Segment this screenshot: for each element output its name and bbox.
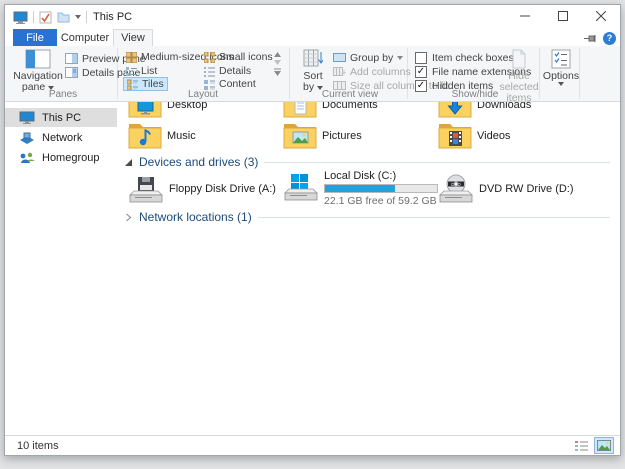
tile-music[interactable]: Music xyxy=(128,114,278,158)
this-pc-icon xyxy=(19,111,35,124)
tab-view[interactable]: View xyxy=(113,29,153,46)
layout-scroll-down-icon[interactable] xyxy=(274,60,281,65)
file-explorer-window: This PC File Computer View ? Navigation … xyxy=(4,4,621,456)
collapse-expanded-icon xyxy=(124,158,133,167)
navigation-pane-button[interactable]: Navigation pane xyxy=(13,49,63,93)
tiles-icon xyxy=(127,79,138,90)
disk-usage-bar xyxy=(324,184,438,193)
item-count: 10 items xyxy=(5,440,59,452)
sidebar-item-this-pc[interactable]: This PC xyxy=(5,108,117,127)
separator xyxy=(86,11,87,23)
qat-customize-dropdown-icon[interactable] xyxy=(75,15,81,19)
status-bar: 10 items xyxy=(5,435,620,455)
hide-selected-icon xyxy=(509,49,529,69)
homegroup-icon xyxy=(19,151,35,164)
group-header-network-locations[interactable]: Network locations (1) xyxy=(124,210,610,224)
navigation-pane: OneDrive This PC Network Homegroup xyxy=(5,102,121,435)
content-icon xyxy=(204,79,215,90)
disk-usage-fill xyxy=(325,185,395,192)
maximize-button[interactable] xyxy=(544,5,582,27)
sidebar-item-network[interactable]: Network xyxy=(5,128,117,147)
network-icon xyxy=(19,131,35,144)
this-pc-icon xyxy=(13,11,28,24)
details-icon xyxy=(204,66,215,77)
disk-usage-caption: 22.1 GB free of 59.2 GB xyxy=(324,195,438,207)
sidebar-item-onedrive[interactable]: OneDrive xyxy=(5,102,117,106)
window-title: This PC xyxy=(93,11,132,23)
collapse-collapsed-icon xyxy=(124,213,133,222)
drive-name: Local Disk (C:) xyxy=(324,170,438,182)
sidebar-item-homegroup[interactable]: Homegroup xyxy=(5,148,117,167)
close-button[interactable] xyxy=(582,5,620,27)
add-columns-icon xyxy=(333,66,346,77)
details-pane-icon xyxy=(65,67,78,78)
content-area: OneDrive This PC Network Homegroup Deskt… xyxy=(5,102,620,435)
layout-list[interactable]: List xyxy=(123,64,160,78)
group-by-icon xyxy=(333,52,346,63)
sort-by-button[interactable]: Sort by xyxy=(297,49,329,93)
checkbox-icon: ✓ xyxy=(415,66,427,78)
tab-computer[interactable]: Computer xyxy=(59,29,111,46)
medium-icons-icon xyxy=(126,52,137,63)
layout-small-icons[interactable]: Small icons xyxy=(201,50,276,64)
details-view-button[interactable] xyxy=(571,437,591,454)
options-icon xyxy=(551,49,571,69)
separator xyxy=(33,11,34,23)
tile-floppy-drive[interactable]: Floppy Disk Drive (A:) xyxy=(128,170,288,208)
list-icon xyxy=(126,66,137,77)
quick-access-toolbar xyxy=(5,11,87,24)
floppy-drive-icon xyxy=(128,174,164,204)
pictures-folder-icon xyxy=(283,121,317,151)
dvd-drive-icon: DVD xyxy=(438,174,474,204)
dropdown-arrow-icon xyxy=(397,56,403,60)
small-icons-icon xyxy=(204,52,215,63)
group-label-show-hide: Show/hide xyxy=(415,89,535,100)
group-label-layout: Layout xyxy=(123,89,283,100)
add-columns-button[interactable]: Add columns xyxy=(333,65,421,78)
ribbon-view-panel: Navigation pane Preview pane Details pan… xyxy=(5,46,620,102)
tile-videos[interactable]: Videos xyxy=(438,114,588,158)
minimize-button[interactable] xyxy=(506,5,544,27)
tab-file[interactable]: File xyxy=(13,29,57,46)
properties-button[interactable] xyxy=(39,11,52,24)
ribbon-tab-row: File Computer View ? xyxy=(5,29,620,46)
large-icons-view-button[interactable] xyxy=(594,437,614,454)
navigation-pane-icon xyxy=(25,49,51,69)
options-button[interactable]: Options xyxy=(545,49,577,86)
tile-dvd-drive[interactable]: DVD DVD RW Drive (D:) xyxy=(438,170,598,208)
music-folder-icon xyxy=(128,121,162,151)
onedrive-icon xyxy=(19,102,36,104)
pin-ribbon-icon[interactable] xyxy=(583,33,596,44)
checkbox-icon xyxy=(415,52,427,64)
group-label-panes: Panes xyxy=(13,89,113,100)
preview-pane-icon xyxy=(65,53,78,64)
layout-scroll-up-icon[interactable] xyxy=(274,52,281,57)
tile-pictures[interactable]: Pictures xyxy=(283,114,433,158)
sort-by-icon xyxy=(303,49,323,69)
group-by-button[interactable]: Group by xyxy=(333,51,403,64)
layout-more-icon[interactable] xyxy=(273,68,282,76)
new-folder-button[interactable] xyxy=(57,11,70,23)
group-header-devices[interactable]: Devices and drives (3) xyxy=(124,155,610,169)
local-disk-icon xyxy=(283,172,319,202)
group-label-current-view: Current view xyxy=(295,89,405,100)
videos-folder-icon xyxy=(438,121,472,151)
file-list: Desktop Documents Downloads Music Pictur… xyxy=(122,102,616,435)
title-bar: This PC xyxy=(5,5,620,29)
layout-details[interactable]: Details xyxy=(201,64,254,78)
help-button[interactable]: ? xyxy=(603,32,616,45)
dropdown-arrow-icon xyxy=(558,82,564,86)
